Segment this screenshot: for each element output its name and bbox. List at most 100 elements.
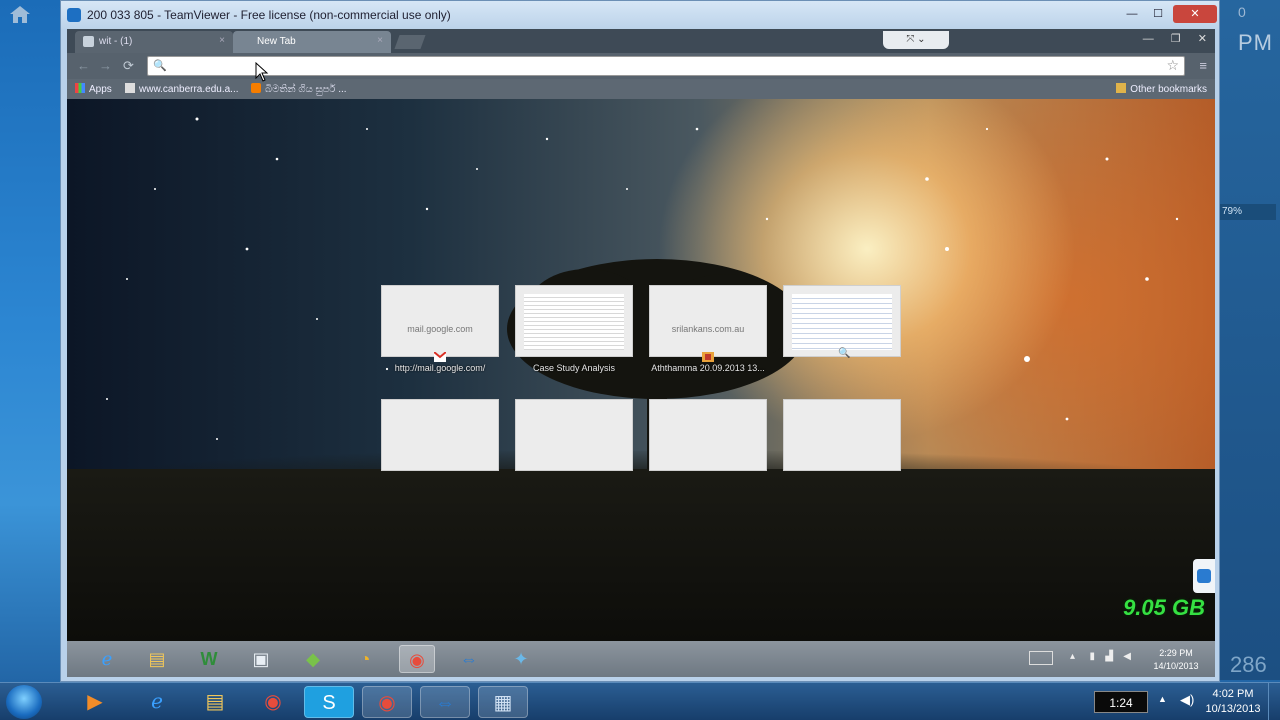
tile-site: mail.google.com <box>407 324 473 334</box>
gauge-icon[interactable]: ◔ <box>347 645 383 673</box>
gmail-icon <box>434 352 446 362</box>
bookmark-blogger[interactable]: බිමතින් ගිය සුපර් ... <box>251 83 347 95</box>
tray-up-icon[interactable]: ▲ <box>1158 694 1167 704</box>
bookmark-apps[interactable]: Apps <box>75 83 112 95</box>
skype-icon[interactable]: S <box>304 686 354 718</box>
search-favicon-icon <box>83 36 94 47</box>
start-button[interactable] <box>6 685 42 719</box>
search-results-thumbnail <box>792 294 892 350</box>
explorer-icon[interactable]: ▤ <box>139 645 175 673</box>
tab-label: New Tab <box>257 36 296 47</box>
site-favicon-icon <box>702 352 714 362</box>
media-icon[interactable]: ▣ <box>243 645 279 673</box>
volume-icon[interactable]: ◀) <box>1180 692 1194 708</box>
volume-icon[interactable]: ◀ <box>1123 651 1131 662</box>
close-button[interactable]: ✕ <box>1173 5 1217 23</box>
chrome-restore-button[interactable]: ❐ <box>1171 33 1181 45</box>
teamviewer-icon <box>67 8 81 22</box>
explorer-icon[interactable]: ▤ <box>190 686 240 718</box>
forward-icon[interactable]: → <box>99 58 112 73</box>
tile-label: Case Study Analysis <box>532 363 616 373</box>
system-clock[interactable]: 4:02 PM 10/13/2013 <box>1200 687 1266 717</box>
minimize-button[interactable]: — <box>1119 5 1145 23</box>
desktop-background-gadgets: 0 PM 79% 286 <box>1214 0 1280 680</box>
tile-site: srilankans.com.au <box>671 324 745 334</box>
disk-free-overlay: 9.05 GB <box>1123 595 1205 620</box>
tab-new-tab[interactable]: New Tab × <box>233 31 391 53</box>
bookmark-star-icon[interactable]: ☆ <box>1166 57 1179 74</box>
bookmark-label: Other bookmarks <box>1130 84 1207 95</box>
network-icon[interactable]: ✦ <box>503 645 539 673</box>
most-visited-tile-search[interactable]: 🔍 <box>783 285 901 359</box>
page-icon <box>125 83 135 93</box>
clock-date: 10/13/2013 <box>1205 703 1261 715</box>
tile-label: http://mail.google.com/ <box>394 363 486 373</box>
tray-up-icon[interactable]: ▴ <box>1070 651 1075 662</box>
bookmark-canberra[interactable]: www.canberra.edu.a... <box>125 83 239 95</box>
teamviewer-icon[interactable]: ⇔ <box>420 686 470 718</box>
chrome-close-button[interactable]: ✕ <box>1198 33 1207 45</box>
gadget-number: 286 <box>1230 652 1267 677</box>
clock-time: 4:02 PM <box>1212 688 1254 700</box>
teamviewer-icon[interactable]: ⇔ <box>451 645 487 673</box>
empty-tile[interactable] <box>649 399 767 471</box>
mouse-cursor-icon <box>255 62 269 82</box>
film-icon[interactable]: ▦ <box>478 686 528 718</box>
ie-icon[interactable]: ℯ <box>89 645 125 673</box>
media-player-icon[interactable]: ▶ <box>70 686 120 718</box>
empty-tile[interactable] <box>381 399 499 471</box>
search-icon: 🔍 <box>153 60 167 72</box>
show-desktop-button[interactable] <box>1268 683 1280 720</box>
document-thumbnail <box>524 294 624 350</box>
gadget-text: 0 <box>1238 4 1246 20</box>
tab-wit[interactable]: wit - (1) × <box>75 31 233 53</box>
remote-taskbar: ℯ ▤ W ▣ ◆ ◔ ◉ ⇔ ✦ ▴ ▮ ▟ ◀ 2:29 PM 14/10/… <box>67 641 1215 677</box>
chrome-icon[interactable]: ◉ <box>248 686 298 718</box>
teamviewer-titlebar[interactable]: 200 033 805 - TeamViewer - Free license … <box>61 1 1219 29</box>
home-icon[interactable] <box>8 4 32 24</box>
gadget-clock-text: PM <box>1238 30 1273 55</box>
new-tab-button[interactable] <box>394 35 426 49</box>
word-icon[interactable]: W <box>191 645 227 673</box>
folder-icon <box>1116 83 1127 93</box>
tile-label: Aththamma 20.09.2013 13... <box>651 363 765 373</box>
chrome-tab-strip: wit - (1) × New Tab × ⤧ ⌄ — ❐ ✕ <box>67 29 1215 53</box>
chrome-window-controls: — ❐ ✕ <box>1129 32 1207 45</box>
chrome-icon[interactable]: ◉ <box>362 686 412 718</box>
maximize-button[interactable]: ☐ <box>1145 5 1171 23</box>
chrome-icon[interactable]: ◉ <box>399 645 435 673</box>
other-bookmarks[interactable]: Other bookmarks <box>1116 83 1207 95</box>
remote-clock-time: 2:29 PM <box>1159 648 1193 658</box>
windows-taskbar: ▶ ℯ ▤ ◉ S ◉ ⇔ ▦ 1:24 ▲ ◀) 4:02 PM 10/13/… <box>0 682 1280 720</box>
bookmark-label: www.canberra.edu.a... <box>139 84 239 95</box>
ie-icon[interactable]: ℯ <box>132 686 182 718</box>
remote-clock-date: 14/10/2013 <box>1153 661 1199 671</box>
empty-tile[interactable] <box>515 399 633 471</box>
teamviewer-floating-button[interactable] <box>1193 559 1215 593</box>
address-bar[interactable]: 🔍 ☆ <box>147 56 1185 76</box>
keyboard-icon[interactable] <box>1029 651 1053 665</box>
chrome-minimize-button[interactable]: — <box>1143 33 1154 45</box>
most-visited-tile-case-study[interactable] <box>515 285 633 357</box>
remote-clock[interactable]: 2:29 PM 14/10/2013 <box>1145 647 1207 673</box>
empty-tile[interactable] <box>783 399 901 471</box>
gadget-percent: 79% <box>1218 204 1276 220</box>
remote-screen[interactable]: wit - (1) × New Tab × ⤧ ⌄ — ❐ ✕ ← → ⟳ 🔍 <box>67 29 1215 677</box>
toolbar: ← → ⟳ 🔍 ☆ ≡ <box>67 53 1215 79</box>
back-icon[interactable]: ← <box>77 58 90 73</box>
teamviewer-panel-toggle[interactable]: ⤧ ⌄ <box>883 31 949 49</box>
teamviewer-window: 200 033 805 - TeamViewer - Free license … <box>60 0 1220 682</box>
teamviewer-icon <box>1197 569 1211 583</box>
tab-close-icon[interactable]: × <box>219 35 225 46</box>
grass-ground <box>67 469 1215 641</box>
menu-icon[interactable]: ≡ <box>1199 58 1207 73</box>
signal-icon[interactable]: ▟ <box>1105 651 1113 662</box>
most-visited-tile-srilankans[interactable]: srilankans.com.au <box>649 285 767 362</box>
evernote-icon[interactable]: ◆ <box>295 645 331 673</box>
tab-close-icon[interactable]: × <box>377 35 383 46</box>
bookmark-label: Apps <box>89 84 112 95</box>
tray-device-icon[interactable]: ▮ <box>1089 651 1095 662</box>
bookmark-label: බිමතින් ගිය සුපර් ... <box>265 84 347 95</box>
reload-icon[interactable]: ⟳ <box>123 58 134 74</box>
most-visited-tile-gmail[interactable]: mail.google.com <box>381 285 499 362</box>
